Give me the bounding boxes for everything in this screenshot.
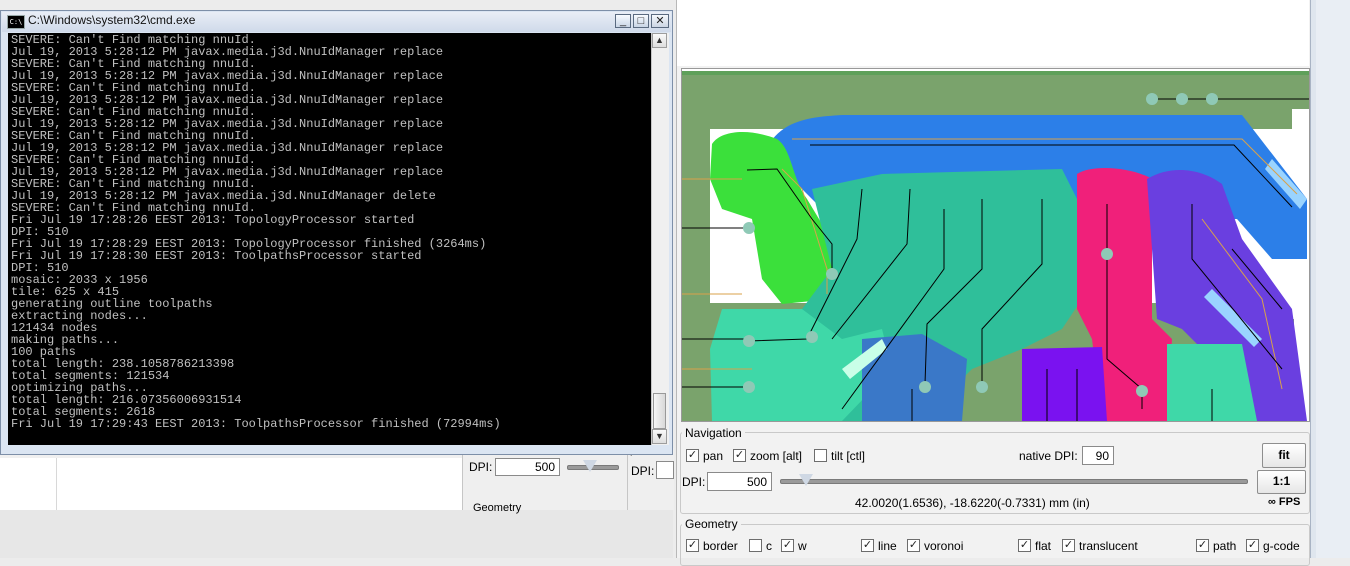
zoom-checkbox-box[interactable] — [733, 449, 746, 462]
w-label: w — [798, 539, 807, 553]
maximize-button[interactable]: □ — [633, 14, 649, 28]
geometry-title: Geometry — [682, 517, 741, 531]
background-panel-2: pan DPI: — [627, 444, 674, 510]
g-code-checkbox[interactable]: g-code — [1246, 539, 1300, 553]
fps-readout: ∞ FPS — [1268, 496, 1301, 508]
minimize-button[interactable]: _ — [615, 14, 631, 28]
cmd-window-title: C:\Windows\system32\cmd.exe — [28, 13, 196, 27]
path-checkbox-box[interactable] — [1196, 539, 1209, 552]
console-text: SEVERE: Can't Find matching nnuId. Jul 1… — [11, 33, 501, 431]
zoom-label: zoom [alt] — [750, 449, 803, 463]
background-divider — [56, 458, 57, 510]
flat-checkbox[interactable]: flat — [1018, 539, 1051, 553]
tilt-checkbox[interactable]: tilt [ctl] — [814, 449, 865, 463]
background-list-panel — [0, 458, 463, 510]
scroll-down-icon[interactable]: ▼ — [652, 429, 667, 444]
background-lower-area — [0, 510, 673, 558]
translucent-checkbox-box[interactable] — [1062, 539, 1075, 552]
line-checkbox-box[interactable] — [861, 539, 874, 552]
console-output[interactable]: SEVERE: Can't Find matching nnuId. Jul 1… — [8, 33, 651, 445]
background-dpi-panel: DPI: Geometry — [462, 448, 627, 514]
native-dpi-input[interactable] — [1082, 446, 1114, 465]
fit-button[interactable]: fit — [1262, 443, 1306, 468]
c-checkbox[interactable]: c — [749, 539, 772, 553]
g-code-checkbox-box[interactable] — [1246, 539, 1259, 552]
border-label: border — [703, 539, 738, 553]
board-top-edge — [682, 71, 1309, 75]
console-icon: C:\ — [7, 15, 25, 29]
voronoi-checkbox[interactable]: voronoi — [907, 539, 963, 553]
nav-dpi-input[interactable] — [707, 472, 772, 491]
close-button[interactable]: ✕ — [651, 14, 669, 28]
background-slider-thumb[interactable] — [583, 460, 597, 472]
w-checkbox-box[interactable] — [781, 539, 794, 552]
w-checkbox[interactable]: w — [781, 539, 807, 553]
navigation-title: Navigation — [682, 426, 745, 440]
background-dpi-input[interactable] — [495, 458, 560, 476]
background-dpi-input-2[interactable] — [656, 461, 674, 479]
border-checkbox-box[interactable] — [686, 539, 699, 552]
translucent-checkbox[interactable]: translucent — [1062, 539, 1138, 553]
cmd-window[interactable]: C:\ C:\Windows\system32\cmd.exe _ □ ✕ SE… — [0, 10, 673, 455]
path-checkbox[interactable]: path — [1196, 539, 1236, 553]
background-dpi-label-2: DPI: — [631, 464, 655, 478]
path-label: path — [1213, 539, 1237, 553]
c-label: c — [766, 539, 772, 553]
pan-label: pan — [703, 449, 724, 463]
nav-dpi-slider-thumb[interactable] — [798, 474, 813, 486]
tilt-label: tilt [ctl] — [831, 449, 866, 463]
nav-dpi-slider[interactable] — [780, 479, 1248, 484]
one-to-one-button[interactable]: 1:1 — [1257, 470, 1306, 494]
background-geometry-label: Geometry — [473, 502, 522, 514]
tilt-checkbox-box[interactable] — [814, 449, 827, 462]
background-dpi-label: DPI: — [469, 460, 493, 474]
viewer-top-panel — [677, 0, 1309, 66]
flat-label: flat — [1035, 539, 1052, 553]
voronoi-checkbox-box[interactable] — [907, 539, 920, 552]
translucent-label: translucent — [1079, 539, 1138, 553]
pcb-canvas[interactable] — [681, 68, 1310, 422]
region-purple — [1022, 347, 1107, 421]
flat-checkbox-box[interactable] — [1018, 539, 1031, 552]
border-checkbox[interactable]: border — [686, 539, 738, 553]
console-scroll-thumb[interactable] — [653, 393, 666, 429]
g-code-label: g-code — [1263, 539, 1300, 553]
console-scrollbar[interactable] — [651, 33, 669, 445]
native-dpi-label: native DPI: — [1019, 449, 1078, 463]
line-label: line — [878, 539, 897, 553]
cursor-coordinates: 42.0020(1.6536), -18.6220(-0.7331) mm (i… — [855, 496, 1090, 510]
c-checkbox-box[interactable] — [749, 539, 762, 552]
pcb-toolpath-render — [682, 69, 1309, 421]
pan-checkbox-box[interactable] — [686, 449, 699, 462]
zoom-checkbox[interactable]: zoom [alt] — [733, 449, 802, 463]
pan-checkbox[interactable]: pan — [686, 449, 723, 463]
line-checkbox[interactable]: line — [861, 539, 897, 553]
desktop-edge-inner — [1316, 0, 1350, 558]
nav-dpi-label: DPI: — [682, 475, 706, 489]
scroll-up-icon[interactable]: ▲ — [652, 33, 667, 48]
voronoi-label: voronoi — [924, 539, 964, 553]
